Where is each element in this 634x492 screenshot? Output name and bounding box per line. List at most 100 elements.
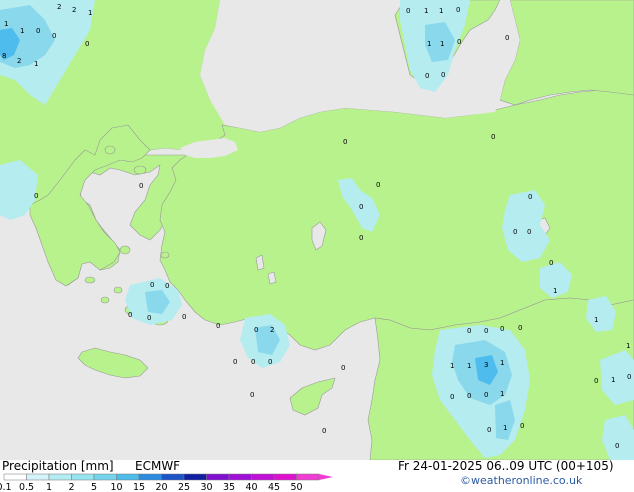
legend-tick-label: 15 bbox=[133, 482, 145, 492]
precip-value: 1 bbox=[440, 40, 444, 48]
legend-arrow bbox=[319, 474, 333, 480]
legend-swatch bbox=[71, 473, 95, 481]
legend-bar: 0.10.5125101520253035404550 bbox=[0, 473, 333, 492]
legend-tick-label: 45 bbox=[268, 482, 280, 492]
precipitation-map: 1 1 0 2 2 1 0 0 8 2 1 0 1 1 0 1 1 0 0 0 0 0 0 0 0 0 0 0 0 0 0 0 0 0 1 0 0 0 0 0… bbox=[0, 0, 634, 461]
legend-swatch bbox=[93, 473, 117, 481]
legend-swatch bbox=[138, 473, 162, 481]
precip-value: 1 bbox=[626, 342, 630, 350]
precip-value: 0 bbox=[85, 40, 89, 48]
legend-swatch bbox=[251, 473, 275, 481]
precip-value: 0 bbox=[491, 133, 495, 141]
precip-value: 0 bbox=[467, 392, 471, 400]
precip-value: 1 bbox=[611, 376, 615, 384]
precip-value: 0 bbox=[376, 181, 380, 189]
precip-value: 0 bbox=[254, 326, 258, 334]
precip-value: 0 bbox=[528, 193, 532, 201]
precip-value: 0 bbox=[128, 311, 132, 319]
precip-value: 0 bbox=[500, 325, 504, 333]
legend-swatch bbox=[116, 473, 140, 481]
precip-value: 1 bbox=[4, 20, 8, 28]
legend-tick-label: 30 bbox=[200, 482, 212, 492]
precip-value: 0 bbox=[505, 34, 509, 42]
precip-value: 2 bbox=[57, 3, 61, 11]
legend-swatch bbox=[161, 473, 185, 481]
legend-tick-label: 0.1 bbox=[0, 482, 12, 492]
precip-value: 0 bbox=[520, 422, 524, 430]
legend-tick-label: 20 bbox=[155, 482, 167, 492]
precip-value: 0 bbox=[52, 32, 56, 40]
precip-value: 0 bbox=[147, 314, 151, 322]
legend-swatch bbox=[3, 473, 27, 481]
precip-value: 1 bbox=[503, 424, 507, 432]
legend-tick-label: 2 bbox=[68, 482, 74, 492]
precip-value: 2 bbox=[72, 6, 76, 14]
precip-value: 0 bbox=[139, 182, 143, 190]
precip-value: 0 bbox=[359, 203, 363, 211]
legend-tick-label: 40 bbox=[245, 482, 257, 492]
precip-value: 0 bbox=[450, 393, 454, 401]
legend-ticks: 0.10.5125101520253035404550 bbox=[0, 482, 303, 492]
precip-value: 0 bbox=[487, 426, 491, 434]
map-canvas: 1 1 0 2 2 1 0 0 8 2 1 0 1 1 0 1 1 0 0 0 0 0 0 0 0 0 0 0 0 0 0 0 0 0 1 0 0 0 0 0… bbox=[0, 0, 634, 461]
precip-value: 1 bbox=[500, 359, 504, 367]
precip-value: 0 bbox=[250, 391, 254, 399]
legend-tick-label: 5 bbox=[91, 482, 97, 492]
precip-value: 0 bbox=[627, 373, 631, 381]
precip-value: 0 bbox=[34, 192, 38, 200]
legend-swatch bbox=[228, 473, 252, 481]
precip-value: 1 bbox=[439, 7, 443, 15]
precip-value: 0 bbox=[456, 6, 460, 14]
legend-swatch bbox=[26, 473, 50, 481]
precip-value: 0 bbox=[343, 138, 347, 146]
precip-value: 0 bbox=[594, 377, 598, 385]
precip-value: 0 bbox=[527, 228, 531, 236]
legend-swatch bbox=[183, 473, 207, 481]
precip-value: 0 bbox=[216, 322, 220, 330]
precip-value: 0 bbox=[513, 228, 517, 236]
precip-value: 0 bbox=[457, 38, 461, 46]
credit-label: ©weatheronline.co.uk bbox=[460, 474, 583, 487]
title-label: Precipitation [mm] bbox=[2, 459, 114, 473]
precip-value: 0 bbox=[441, 71, 445, 79]
land-caucasus bbox=[499, 0, 634, 106]
precip-value: 0 bbox=[615, 442, 619, 450]
precip-value: 0 bbox=[251, 358, 255, 366]
precip-value: 2 bbox=[17, 57, 21, 65]
precip-value: 1 bbox=[553, 287, 557, 295]
precip-value: 0 bbox=[36, 27, 40, 35]
precip-value: 0 bbox=[182, 313, 186, 321]
precip-value: 1 bbox=[500, 390, 504, 398]
precip-value: 1 bbox=[34, 60, 38, 68]
precip-value: 3 bbox=[484, 361, 488, 369]
precip-value: 1 bbox=[88, 9, 92, 17]
legend-tick-label: 1 bbox=[46, 482, 52, 492]
precip-value: 8 bbox=[2, 52, 6, 60]
legend-swatch bbox=[296, 473, 320, 481]
legend-tick-label: 35 bbox=[223, 482, 235, 492]
precip-value: 0 bbox=[268, 358, 272, 366]
precip-value: 1 bbox=[427, 40, 431, 48]
valid-time-label: Fr 24-01-2025 06..09 UTC (00+105) bbox=[398, 459, 614, 473]
precip-value: 0 bbox=[341, 364, 345, 372]
legend-tick-label: 25 bbox=[178, 482, 190, 492]
precip-value: 0 bbox=[484, 391, 488, 399]
precip-value: 1 bbox=[20, 27, 24, 35]
legend-tick-label: 50 bbox=[290, 482, 302, 492]
legend-swatch bbox=[48, 473, 72, 481]
legend-tick-label: 0.5 bbox=[19, 482, 34, 492]
precip-value: 0 bbox=[359, 234, 363, 242]
precip-value: 1 bbox=[467, 362, 471, 370]
legend-tick-label: 10 bbox=[110, 482, 122, 492]
legend-swatch bbox=[206, 473, 230, 481]
precip-value: 0 bbox=[322, 427, 326, 435]
precip-value: 2 bbox=[270, 326, 274, 334]
legend-swatches bbox=[3, 473, 333, 481]
precip-value: 0 bbox=[406, 7, 410, 15]
footer-bar: Precipitation [mm] ECMWF Fr 24-01-2025 0… bbox=[0, 459, 634, 492]
precip-value: 0 bbox=[165, 282, 169, 290]
precip-value: 0 bbox=[425, 72, 429, 80]
precip-value: 0 bbox=[467, 327, 471, 335]
precip-value: 0 bbox=[484, 327, 488, 335]
precip-value: 1 bbox=[424, 7, 428, 15]
